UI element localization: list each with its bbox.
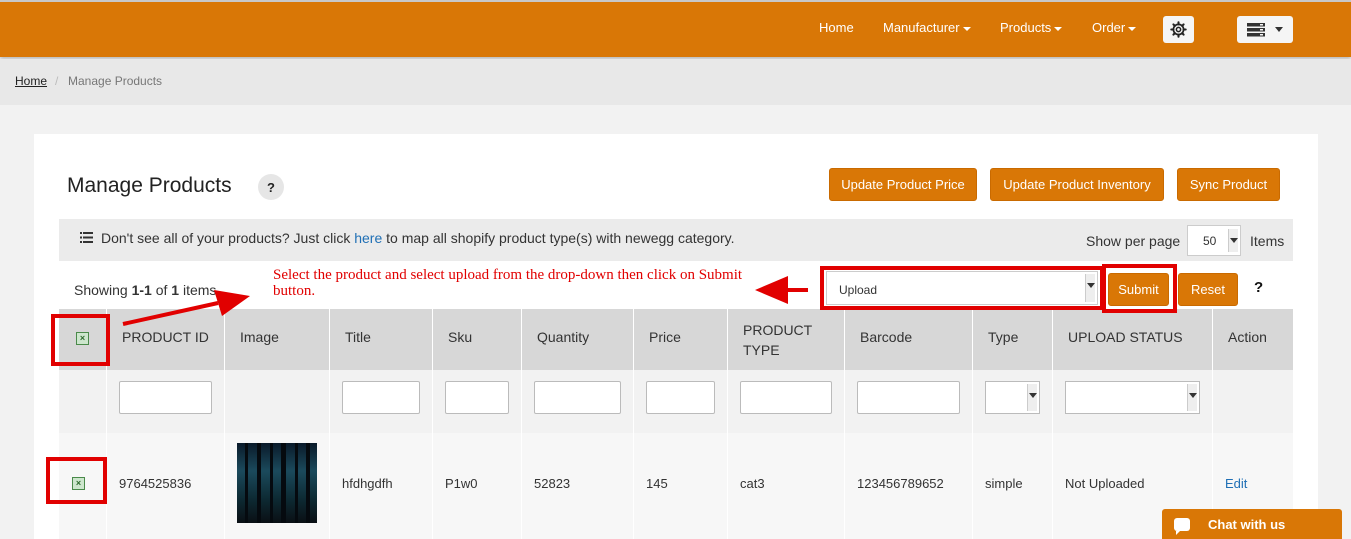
- annotation-arrows: [122, 276, 808, 326]
- chat-widget-button[interactable]: Chat with us: [1162, 509, 1342, 539]
- chat-label: Chat with us: [1208, 516, 1286, 532]
- arrow-to-checkbox: [122, 290, 250, 326]
- arrow-to-select: [755, 276, 808, 304]
- chat-bubble-icon: [1174, 517, 1190, 535]
